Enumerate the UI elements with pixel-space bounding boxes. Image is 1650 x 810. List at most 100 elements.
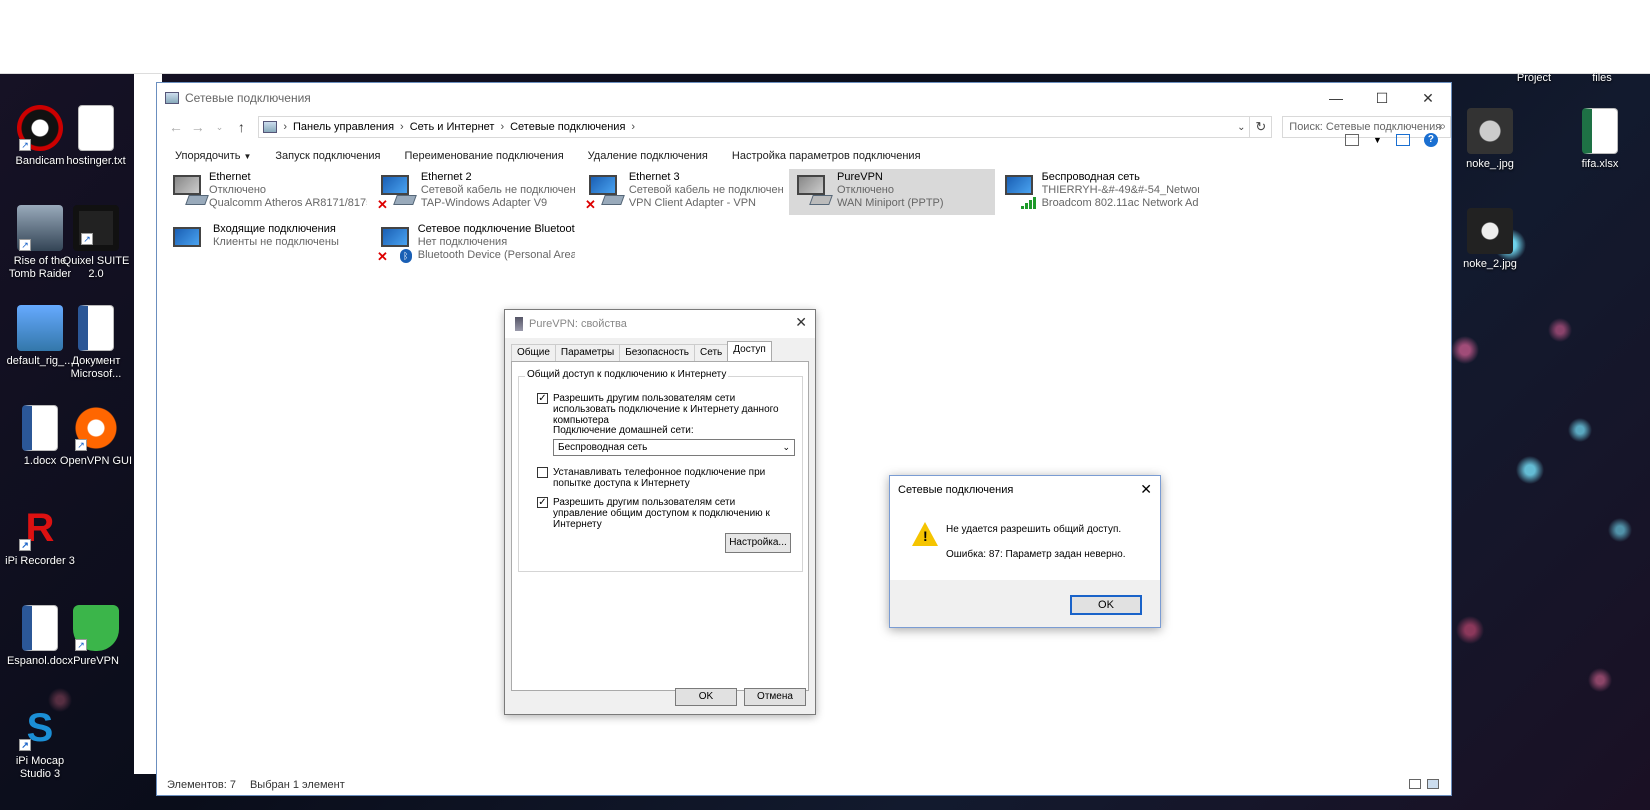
refresh-icon[interactable]: ↻ <box>1250 116 1273 138</box>
close-button[interactable]: ✕ <box>1405 83 1451 113</box>
breadcrumb-control-panel[interactable]: Панель управления <box>293 121 394 133</box>
connection-item[interactable]: ✕ ᛒ Сетевое подключение Bluetooth Нет под… <box>373 221 579 267</box>
connection-name: Входящие подключения <box>213 223 336 235</box>
breadcrumb-separator: › <box>400 121 404 133</box>
quixel-icon: ↗ <box>73 205 119 251</box>
connection-item[interactable]: Ethernet Отключено Qualcomm Atheros AR81… <box>165 169 371 215</box>
error-detail: Ошибка: 87: Параметр задан неверно. <box>946 549 1126 560</box>
desktop-icon-noke-jpg[interactable]: noke_.jpg <box>1450 108 1530 171</box>
desktop-icon-files[interactable]: files <box>1562 72 1642 85</box>
desktop-icon-purevpn[interactable]: ↗ PureVPN <box>56 605 136 668</box>
word-doc-icon <box>22 605 58 651</box>
allow-control-checkbox-row[interactable]: ✓ Разрешить другим пользователям сети уп… <box>537 497 777 530</box>
error-message: Не удается разрешить общий доступ. <box>946 524 1122 535</box>
tab-network[interactable]: Сеть <box>694 344 729 361</box>
error-body: ! Не удается разрешить общий доступ. Оши… <box>890 504 1160 580</box>
connection-item[interactable]: ✕ Ethernet 3 Сетевой кабель не подключен… <box>581 169 787 215</box>
checkbox-label: Устанавливать телефонное подключение при… <box>553 467 766 489</box>
desktop-icon-label: iPi Mocap Studio 3 <box>15 755 65 780</box>
start-connection-button[interactable]: Запуск подключения <box>263 150 392 162</box>
connection-item-purevpn[interactable]: PureVPN Отключено WAN Miniport (PPTP) <box>789 169 995 215</box>
breadcrumb-network-connections[interactable]: Сетевые подключения <box>510 121 625 133</box>
dialog-titlebar: PureVPN: свойства <box>505 310 815 338</box>
word-doc-icon <box>78 305 114 351</box>
error-dialog: Сетевые подключения ✕ ! Не удается разре… <box>889 475 1161 628</box>
desktop-icon-openvpn[interactable]: ↗ OpenVPN GUI <box>56 405 136 468</box>
sharing-tab-panel: Общий доступ к подключению к Интернету ✓… <box>511 361 809 691</box>
desktop-icon-hostinger[interactable]: hostinger.txt <box>56 105 136 168</box>
purevpn-properties-dialog: PureVPN: свойства ✕ Общие Параметры Безо… <box>504 309 816 715</box>
rename-connection-button[interactable]: Переименование подключения <box>393 150 576 162</box>
vpn-properties-icon <box>515 317 523 331</box>
preview-pane-icon[interactable] <box>1395 134 1410 146</box>
details-view-icon[interactable] <box>1409 779 1421 789</box>
desktop-icon-label: files <box>1592 72 1612 84</box>
allow-control-checkbox[interactable]: ✓ <box>537 497 548 508</box>
organize-button[interactable]: Упорядочить ▼ <box>163 150 263 162</box>
excel-file-icon <box>1582 108 1618 154</box>
home-network-select[interactable]: Беспроводная сеть ⌄ <box>553 439 795 456</box>
connection-device: Broadcom 802.11ac Network Ada... <box>1041 197 1199 209</box>
status-bar: Элементов: 7 Выбран 1 элемент <box>167 779 345 791</box>
desktop-icon-noke2-jpg[interactable]: noke_2.jpg <box>1450 208 1530 271</box>
word-doc-icon <box>22 405 58 451</box>
dial-on-demand-checkbox-row[interactable]: Устанавливать телефонное подключение при… <box>537 467 777 489</box>
desktop-icon-label: noke_.jpg <box>1466 158 1514 170</box>
breadcrumb-network-internet[interactable]: Сеть и Интернет <box>410 121 495 133</box>
ok-button[interactable]: OK <box>1070 595 1142 615</box>
disconnected-x-icon: ✕ <box>377 249 388 264</box>
desktop-icon-word-doc[interactable]: Документ Microsof... <box>56 305 136 381</box>
incoming-connections-icon <box>169 223 209 263</box>
change-view-icon[interactable] <box>1345 134 1359 146</box>
chevron-down-icon[interactable]: ⌄ <box>1237 122 1245 133</box>
connection-item[interactable]: ✕ Ethernet 2 Сетевой кабель не подключен… <box>373 169 579 215</box>
help-icon[interactable]: ? <box>1423 133 1438 147</box>
desktop-icon-label: hostinger.txt <box>66 155 126 167</box>
forward-arrow-icon[interactable]: → <box>187 119 209 135</box>
ipi-recorder-icon: R ↗ <box>17 505 63 551</box>
desktop-icon-label: OpenVPN GUI <box>59 455 133 467</box>
desktop-icon-quixel[interactable]: ↗ Quixel SUITE 2.0 <box>56 205 136 281</box>
desktop-icon-ipi-mocap[interactable]: S ↗ iPi Mocap Studio 3 <box>0 705 80 781</box>
connection-item[interactable]: Беспроводная сеть THIERRYH-&#-49&#-54_Ne… <box>997 169 1203 215</box>
allow-sharing-checkbox-row[interactable]: ✓ Разрешить другим пользователям сети ис… <box>537 393 787 426</box>
maximize-button[interactable]: ☐ <box>1359 83 1405 113</box>
ok-button[interactable]: OK <box>675 688 737 706</box>
text-file-icon <box>78 105 114 151</box>
checkbox-label: Разрешить другим пользователям сети испо… <box>553 393 779 426</box>
allow-sharing-checkbox[interactable]: ✓ <box>537 393 548 404</box>
delete-connection-button[interactable]: Удаление подключения <box>576 150 720 162</box>
tab-security[interactable]: Безопасность <box>619 344 695 361</box>
minimize-button[interactable]: — <box>1313 83 1359 113</box>
disconnected-x-icon: ✕ <box>585 197 596 212</box>
ipi-mocap-icon: S ↗ <box>17 705 63 751</box>
close-icon[interactable]: ✕ <box>795 314 807 331</box>
tab-general[interactable]: Общие <box>511 344 556 361</box>
tiles-view-icon[interactable] <box>1427 779 1439 789</box>
tab-options[interactable]: Параметры <box>554 344 621 361</box>
desktop-icon-fifa-xlsx[interactable]: fifa.xlsx <box>1560 108 1640 171</box>
tab-sharing[interactable]: Доступ <box>727 341 772 361</box>
connection-item[interactable]: Входящие подключения Клиенты не подключе… <box>165 221 371 267</box>
sharing-settings-button[interactable]: Настройка... <box>725 533 791 553</box>
warning-icon: ! <box>912 522 938 546</box>
connection-name: Сетевое подключение Bluetooth <box>417 223 575 235</box>
connection-device: VPN Client Adapter - VPN <box>628 197 756 209</box>
back-arrow-icon[interactable]: ← <box>165 119 187 135</box>
desktop-icon-ipi-recorder[interactable]: R ↗ iPi Recorder 3 <box>0 505 80 568</box>
cancel-button[interactable]: Отмена <box>744 688 806 706</box>
close-icon[interactable]: ✕ <box>1140 481 1152 498</box>
connection-name: Ethernet <box>209 171 251 183</box>
connection-status: Сетевой кабель не подключен <box>628 184 783 196</box>
window-titlebar: Сетевые подключения <box>157 83 1451 113</box>
network-adapter-icon <box>169 171 209 211</box>
up-arrow-icon[interactable]: ↑ <box>230 119 252 135</box>
connection-device: TAP-Windows Adapter V9 <box>420 197 548 209</box>
recent-dropdown-icon[interactable]: ⌄ <box>209 122 231 133</box>
bluetooth-icon: ᛒ <box>399 249 412 263</box>
address-bar[interactable]: › Панель управления › Сеть и Интернет › … <box>258 116 1251 138</box>
dial-on-demand-checkbox[interactable] <box>537 467 548 478</box>
connection-settings-button[interactable]: Настройка параметров подключения <box>720 150 933 162</box>
window-title: Сетевые подключения <box>185 91 311 105</box>
chevron-down-icon[interactable]: ▼ <box>1373 135 1382 145</box>
